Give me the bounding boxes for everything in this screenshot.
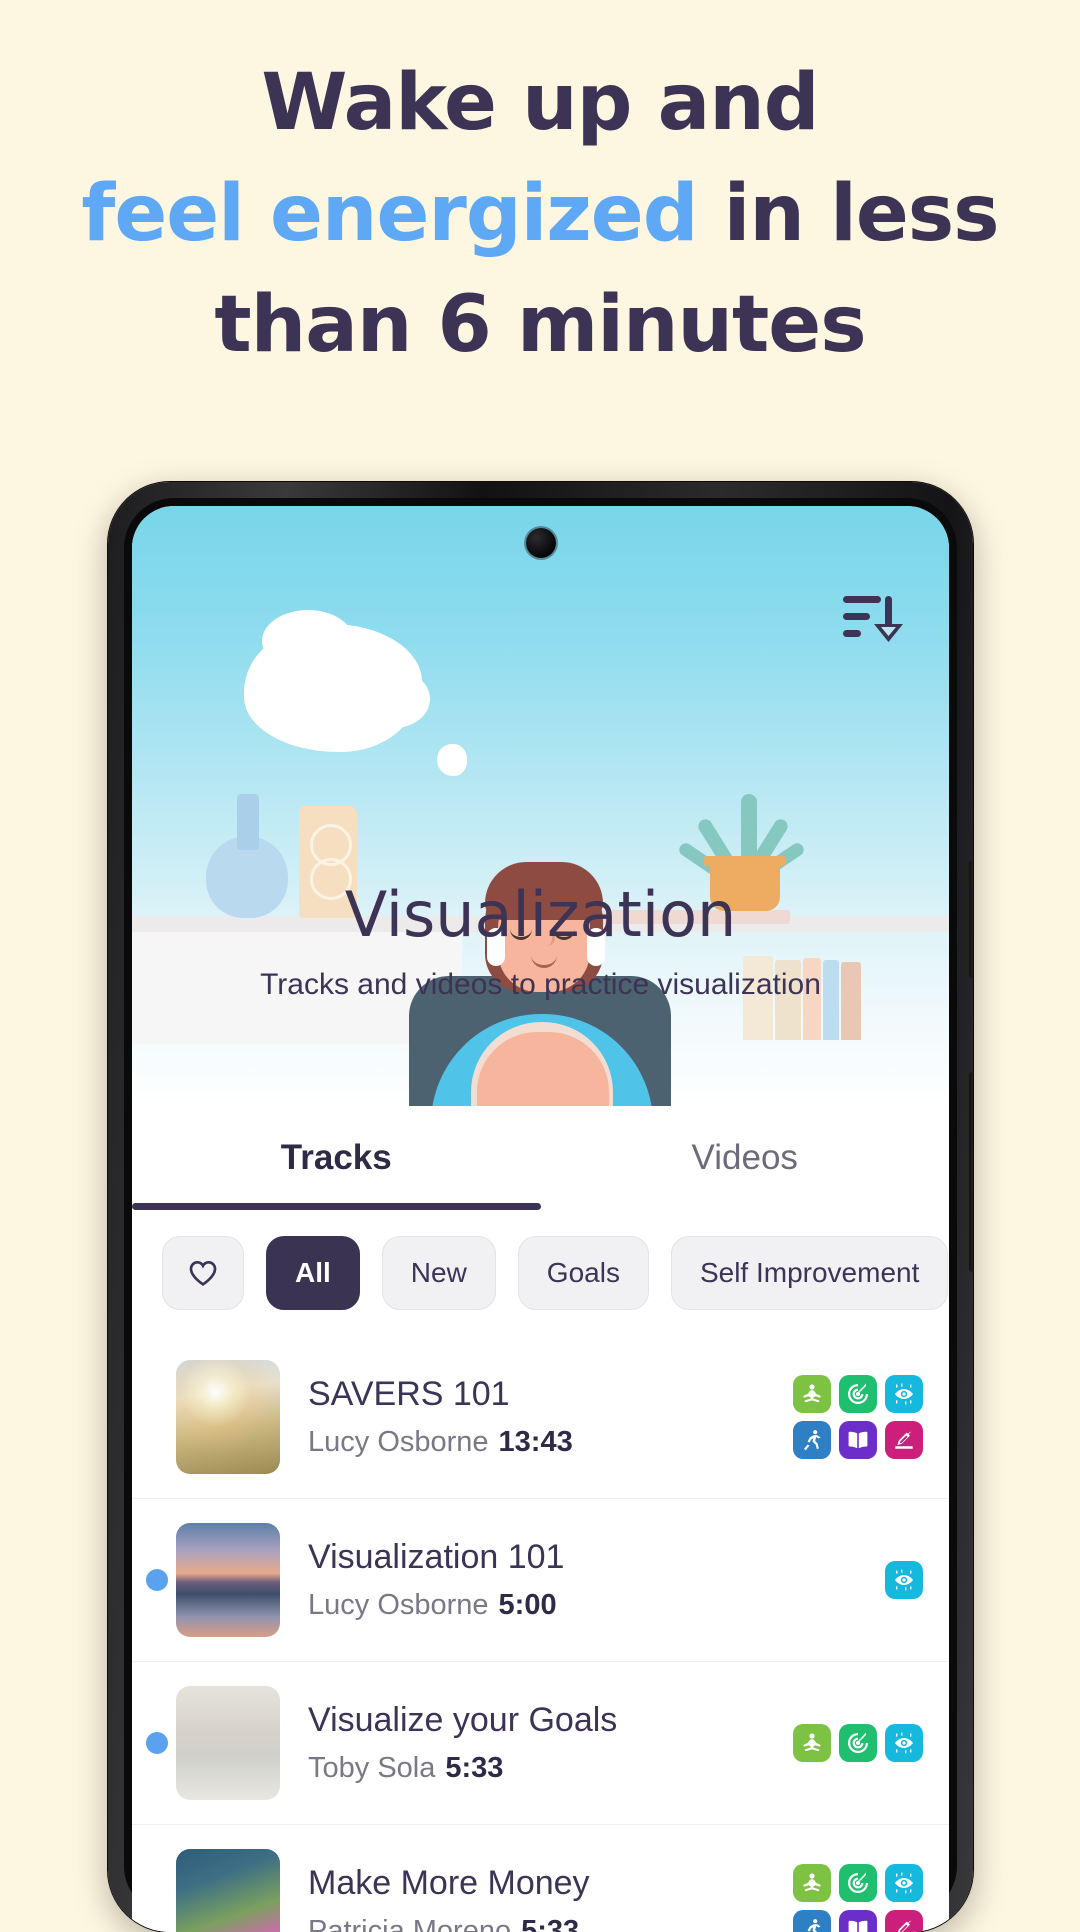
badge-writing (885, 1910, 923, 1932)
table-row[interactable]: Visualization 101 Lucy Osborne 5:00 (132, 1499, 949, 1662)
badge-eye (885, 1375, 923, 1413)
bottle-neck (237, 794, 259, 850)
phone-screen: Visualization Tracks and videos to pract… (132, 506, 949, 1932)
badge-book (839, 1421, 877, 1459)
new-indicator-dot (146, 1406, 168, 1428)
track-author: Lucy Osborne (308, 1589, 489, 1621)
track-title: Make More Money (308, 1864, 590, 1902)
badge-book (839, 1910, 877, 1932)
track-subline: Toby Sola 5:33 (308, 1752, 791, 1785)
track-title: Visualization 101 (308, 1538, 565, 1576)
promo-line-1: Wake up and (261, 58, 819, 148)
page-title: Visualization (344, 878, 737, 951)
badge-eye (885, 1724, 923, 1762)
badge-target (839, 1375, 877, 1413)
track-duration: 13:43 (498, 1426, 573, 1458)
track-badges (791, 1724, 923, 1762)
promo-line-2: feel energized in less (0, 159, 1080, 270)
plant-pot-lip (704, 856, 786, 866)
thought-bubble (244, 610, 430, 752)
track-title: Visualize your Goals (308, 1701, 618, 1739)
badge-meditation (793, 1864, 831, 1902)
track-duration: 5:00 (498, 1589, 557, 1621)
track-list: SAVERS 101 Lucy Osborne 13:43 Visualizat… (132, 1336, 949, 1932)
badge-eye (885, 1864, 923, 1902)
track-duration: 5:33 (521, 1915, 580, 1932)
chip-new[interactable]: New (381, 1236, 496, 1310)
new-indicator-dot (146, 1732, 168, 1754)
badge-target (839, 1864, 877, 1902)
badge-meditation (793, 1375, 831, 1413)
track-title: SAVERS 101 (308, 1375, 510, 1413)
tab-videos[interactable]: Videos (541, 1106, 950, 1210)
table-row[interactable]: Make More Money Patricia Moreno 5:33 (132, 1825, 949, 1932)
table-row[interactable]: Visualize your Goals Toby Sola 5:33 (132, 1662, 949, 1825)
track-author: Toby Sola (308, 1752, 436, 1784)
chip-all[interactable]: All (266, 1236, 360, 1310)
phone-volume-button[interactable] (969, 860, 973, 978)
badge-writing (885, 1421, 923, 1459)
badge-eye (885, 1561, 923, 1599)
track-author: Patricia Moreno (308, 1915, 512, 1932)
track-author: Lucy Osborne (308, 1426, 489, 1458)
front-camera (525, 528, 556, 558)
track-meta: Visualize your Goals Toby Sola 5:33 (308, 1701, 791, 1785)
track-badges (791, 1561, 923, 1599)
track-badges (791, 1864, 923, 1932)
sort-descending-icon[interactable] (841, 588, 903, 648)
track-subline: Lucy Osborne 13:43 (308, 1426, 791, 1459)
track-thumbnail (176, 1523, 280, 1637)
track-meta: Visualization 101 Lucy Osborne 5:00 (308, 1538, 791, 1622)
promo-line-2-rest: in less (697, 168, 1000, 259)
track-thumbnail (176, 1360, 280, 1474)
track-subline: Lucy Osborne 5:00 (308, 1589, 791, 1622)
badge-running (793, 1910, 831, 1932)
badge-target (839, 1724, 877, 1762)
track-meta: SAVERS 101 Lucy Osborne 13:43 (308, 1375, 791, 1459)
promo-line-3: than 6 minutes (214, 279, 866, 370)
chip-favorites[interactable] (162, 1236, 244, 1310)
phone-power-button[interactable] (969, 1072, 973, 1272)
filter-chip-row: All New Goals Self Improvement Co (132, 1210, 949, 1336)
new-indicator-dot (146, 1895, 168, 1917)
track-subline: Patricia Moreno 5:33 (308, 1915, 791, 1932)
badge-meditation (793, 1724, 831, 1762)
table-row[interactable]: SAVERS 101 Lucy Osborne 13:43 (132, 1336, 949, 1499)
chip-self-improvement[interactable]: Self Improvement (670, 1236, 949, 1310)
phone-mockup: Visualization Tracks and videos to pract… (108, 482, 973, 1932)
chip-goals[interactable]: Goals (517, 1236, 649, 1310)
hero-banner: Visualization Tracks and videos to pract… (132, 506, 949, 1106)
track-duration: 5:33 (445, 1752, 504, 1784)
promo-headline: Wake up and feel energized in less than … (0, 48, 1080, 380)
heart-icon (189, 1260, 217, 1286)
content-tabs: Tracks Videos (132, 1106, 949, 1210)
track-meta: Make More Money Patricia Moreno 5:33 (308, 1864, 791, 1932)
track-badges (791, 1375, 923, 1459)
page-subtitle: Tracks and videos to practice visualizat… (260, 968, 821, 1001)
thought-bubble-dot (437, 744, 467, 776)
track-thumbnail (176, 1686, 280, 1800)
badge-running (793, 1421, 831, 1459)
new-indicator-dot (146, 1569, 168, 1591)
tab-tracks[interactable]: Tracks (132, 1106, 541, 1210)
promo-accent-text: feel energized (81, 168, 698, 259)
